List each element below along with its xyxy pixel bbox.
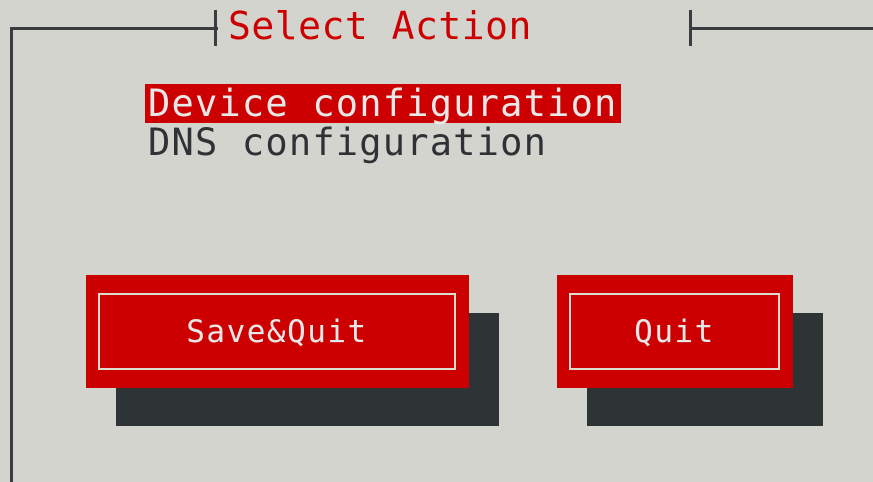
dialog-border-top-right [689,27,873,30]
menu-item-device-configuration[interactable]: Device configuration [145,84,621,123]
dialog-title: Select Action [228,4,532,48]
dialog-border-left [10,27,13,482]
quit-button-label: Quit [569,293,780,370]
save-quit-button-label: Save&Quit [98,293,456,370]
title-bracket-left [214,10,217,46]
action-menu: Device configuration DNS configuration [145,84,621,162]
dialog-border-top-left [10,27,218,30]
quit-button[interactable]: Quit [557,275,793,388]
menu-item-dns-configuration[interactable]: DNS configuration [145,123,550,162]
save-quit-button[interactable]: Save&Quit [86,275,469,388]
tui-screen: Select Action Device configuration DNS c… [0,0,873,482]
